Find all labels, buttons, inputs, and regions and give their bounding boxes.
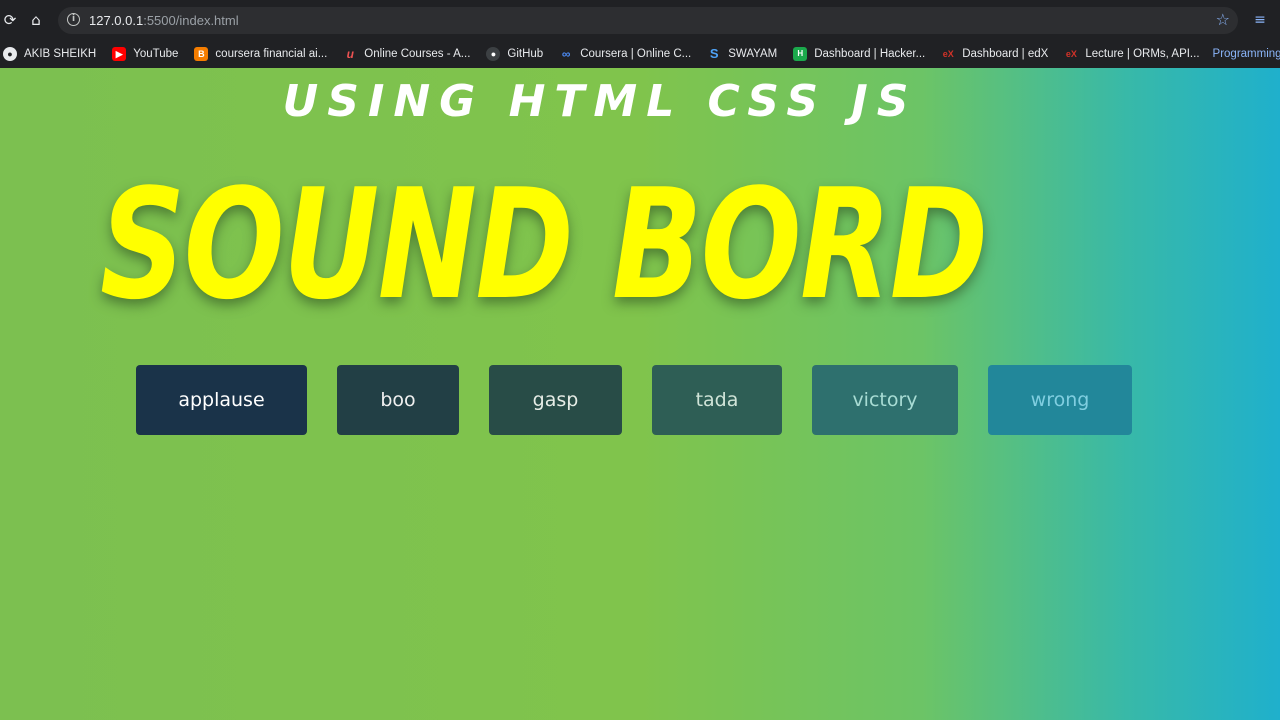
- sound-button-gasp[interactable]: gasp: [489, 365, 622, 435]
- bookmark-label: Lecture | ORMs, API...: [1085, 48, 1200, 60]
- page-subtitle: USING HTML CSS JS: [282, 76, 918, 127]
- github-icon: ●: [486, 47, 501, 61]
- bookmark-label: YouTube: [133, 48, 179, 60]
- blogger-icon: B: [194, 47, 209, 61]
- sound-button-applause[interactable]: applause: [136, 365, 307, 435]
- bookmark-coursera[interactable]: ∞ Coursera | Online C...: [559, 43, 691, 65]
- sound-button-wrong[interactable]: wrong: [988, 365, 1132, 435]
- bookmark-label: coursera financial ai...: [215, 48, 328, 60]
- edx-icon: eX: [1065, 49, 1077, 59]
- bookmark-label: AKIB SHEIKH: [24, 48, 97, 60]
- edx-icon: eX: [942, 49, 954, 59]
- sound-button-boo[interactable]: boo: [337, 365, 459, 435]
- udemy-icon: u: [346, 47, 354, 61]
- bookmark-youtube[interactable]: ▶ YouTube: [112, 43, 178, 65]
- coursera-icon: ∞: [561, 47, 571, 61]
- page-title: SOUND BORD: [100, 156, 988, 333]
- site-info-icon[interactable]: i: [67, 13, 80, 26]
- bookmark-coursera-financial[interactable]: B coursera financial ai...: [194, 43, 327, 65]
- url-text[interactable]: 127.0.0.1:5500/index.html: [89, 12, 239, 29]
- reading-list-icon[interactable]: ≡: [1250, 10, 1270, 30]
- bookmark-star-icon[interactable]: ☆: [1216, 10, 1230, 29]
- bookmark-label: Dashboard | edX: [962, 48, 1049, 60]
- bookmark-label: Online Courses - A...: [364, 48, 471, 60]
- browser-toolbar: ⟳ ⌂ i 127.0.0.1:5500/index.html ☆ ≡: [0, 0, 1280, 40]
- hackerrank-icon: H: [793, 47, 808, 61]
- sound-button-tada[interactable]: tada: [652, 365, 782, 435]
- url-path: :5500/index.html: [143, 13, 239, 28]
- address-bar[interactable]: i 127.0.0.1:5500/index.html ☆: [58, 7, 1238, 34]
- bookmark-programming-challenges[interactable]: Programming chall...: [1213, 43, 1280, 65]
- bookmark-akib-sheikh[interactable]: ● AKIB SHEIKH: [3, 43, 96, 65]
- url-host: 127.0.0.1: [89, 13, 144, 28]
- bookmark-label: GitHub: [507, 48, 544, 60]
- globe-icon: ●: [3, 47, 17, 61]
- bookmark-swayam[interactable]: S SWAYAM: [707, 43, 777, 65]
- sound-button-victory[interactable]: victory: [812, 365, 958, 435]
- bookmarks-bar: ● AKIB SHEIKH ▶ YouTube B coursera finan…: [0, 40, 1280, 68]
- bookmark-online-courses[interactable]: u Online Courses - A...: [343, 43, 471, 65]
- bookmark-label: SWAYAM: [728, 48, 778, 60]
- youtube-icon: ▶: [112, 47, 127, 61]
- bookmark-edx[interactable]: eX Dashboard | edX: [941, 43, 1049, 65]
- bookmark-label: Programming chall...: [1212, 48, 1280, 60]
- bookmark-label: Coursera | Online C...: [580, 48, 692, 60]
- home-icon[interactable]: ⌂: [26, 10, 46, 30]
- bookmark-label: Dashboard | Hacker...: [814, 48, 926, 60]
- sound-buttons: applause boo gasp tada victory wrong: [0, 365, 1280, 435]
- reload-icon[interactable]: ⟳: [0, 10, 20, 30]
- bookmark-github[interactable]: ● GitHub: [486, 43, 543, 65]
- swayam-icon: S: [709, 46, 719, 61]
- bookmark-lecture-orms[interactable]: eX Lecture | ORMs, API...: [1064, 43, 1200, 65]
- bookmark-hackerrank[interactable]: H Dashboard | Hacker...: [793, 43, 925, 65]
- page-body: USING HTML CSS JS SOUND BORD applause bo…: [0, 68, 1280, 720]
